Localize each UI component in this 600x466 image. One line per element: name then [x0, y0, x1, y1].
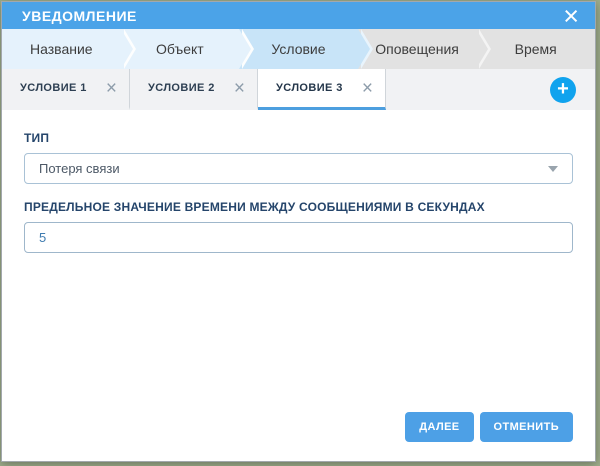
wizard-step-label: Оповещения [375, 41, 459, 57]
chevron-down-icon [548, 166, 558, 172]
tab-uslovie-1[interactable]: УСЛОВИЕ 1 × [2, 69, 130, 110]
limit-field-label: ПРЕДЕЛЬНОЕ ЗНАЧЕНИЕ ВРЕМЕНИ МЕЖДУ СООБЩЕ… [24, 200, 573, 214]
type-select[interactable]: Потеря связи [24, 153, 573, 184]
tab-uslovie-2[interactable]: УСЛОВИЕ 2 × [130, 69, 258, 110]
dialog-title: УВЕДОМЛЕНИЕ [22, 8, 137, 24]
notification-dialog: УВЕДОМЛЕНИЕ × Название Объект Условие Оп… [1, 1, 596, 462]
wizard-step-label: Условие [271, 41, 325, 57]
close-icon[interactable]: × [563, 5, 579, 27]
wizard-step-label: Название [30, 41, 93, 57]
next-button[interactable]: ДАЛЕЕ [405, 412, 473, 442]
dialog-footer: ДАЛЕЕ ОТМЕНИТЬ [405, 412, 573, 442]
type-field-label: ТИП [24, 131, 573, 145]
tab-content-panel: ТИП Потеря связи ПРЕДЕЛЬНОЕ ЗНАЧЕНИЕ ВРЕ… [2, 110, 595, 461]
tab-close-icon[interactable]: × [106, 79, 117, 98]
dialog-titlebar: УВЕДОМЛЕНИЕ × [2, 2, 595, 29]
wizard-step-label: Объект [156, 41, 204, 57]
tab-uslovie-3[interactable]: УСЛОВИЕ 3 × [258, 69, 386, 110]
plus-icon: + [557, 79, 569, 99]
tab-close-icon[interactable]: × [362, 79, 373, 98]
wizard-breadcrumb: Название Объект Условие Оповещения Время [2, 29, 595, 69]
tab-label: УСЛОВИЕ 2 [148, 82, 215, 94]
wizard-step-obekt[interactable]: Объект [121, 29, 240, 69]
add-condition-button[interactable]: + [550, 77, 576, 103]
tab-label: УСЛОВИЕ 1 [20, 82, 87, 94]
type-select-value: Потеря связи [39, 161, 120, 176]
wizard-step-uslovie[interactable]: Условие [239, 29, 358, 69]
cancel-button[interactable]: ОТМЕНИТЬ [480, 412, 573, 442]
limit-value-input[interactable] [24, 222, 573, 253]
wizard-step-opoveshcheniya[interactable]: Оповещения [358, 29, 477, 69]
wizard-step-nazvanie[interactable]: Название [2, 29, 121, 69]
tab-close-icon[interactable]: × [234, 79, 245, 98]
condition-tabbar: УСЛОВИЕ 1 × УСЛОВИЕ 2 × УСЛОВИЕ 3 × + [2, 69, 595, 110]
wizard-step-vremya[interactable]: Время [476, 29, 595, 69]
tab-label: УСЛОВИЕ 3 [276, 82, 343, 94]
wizard-step-label: Время [515, 41, 557, 57]
